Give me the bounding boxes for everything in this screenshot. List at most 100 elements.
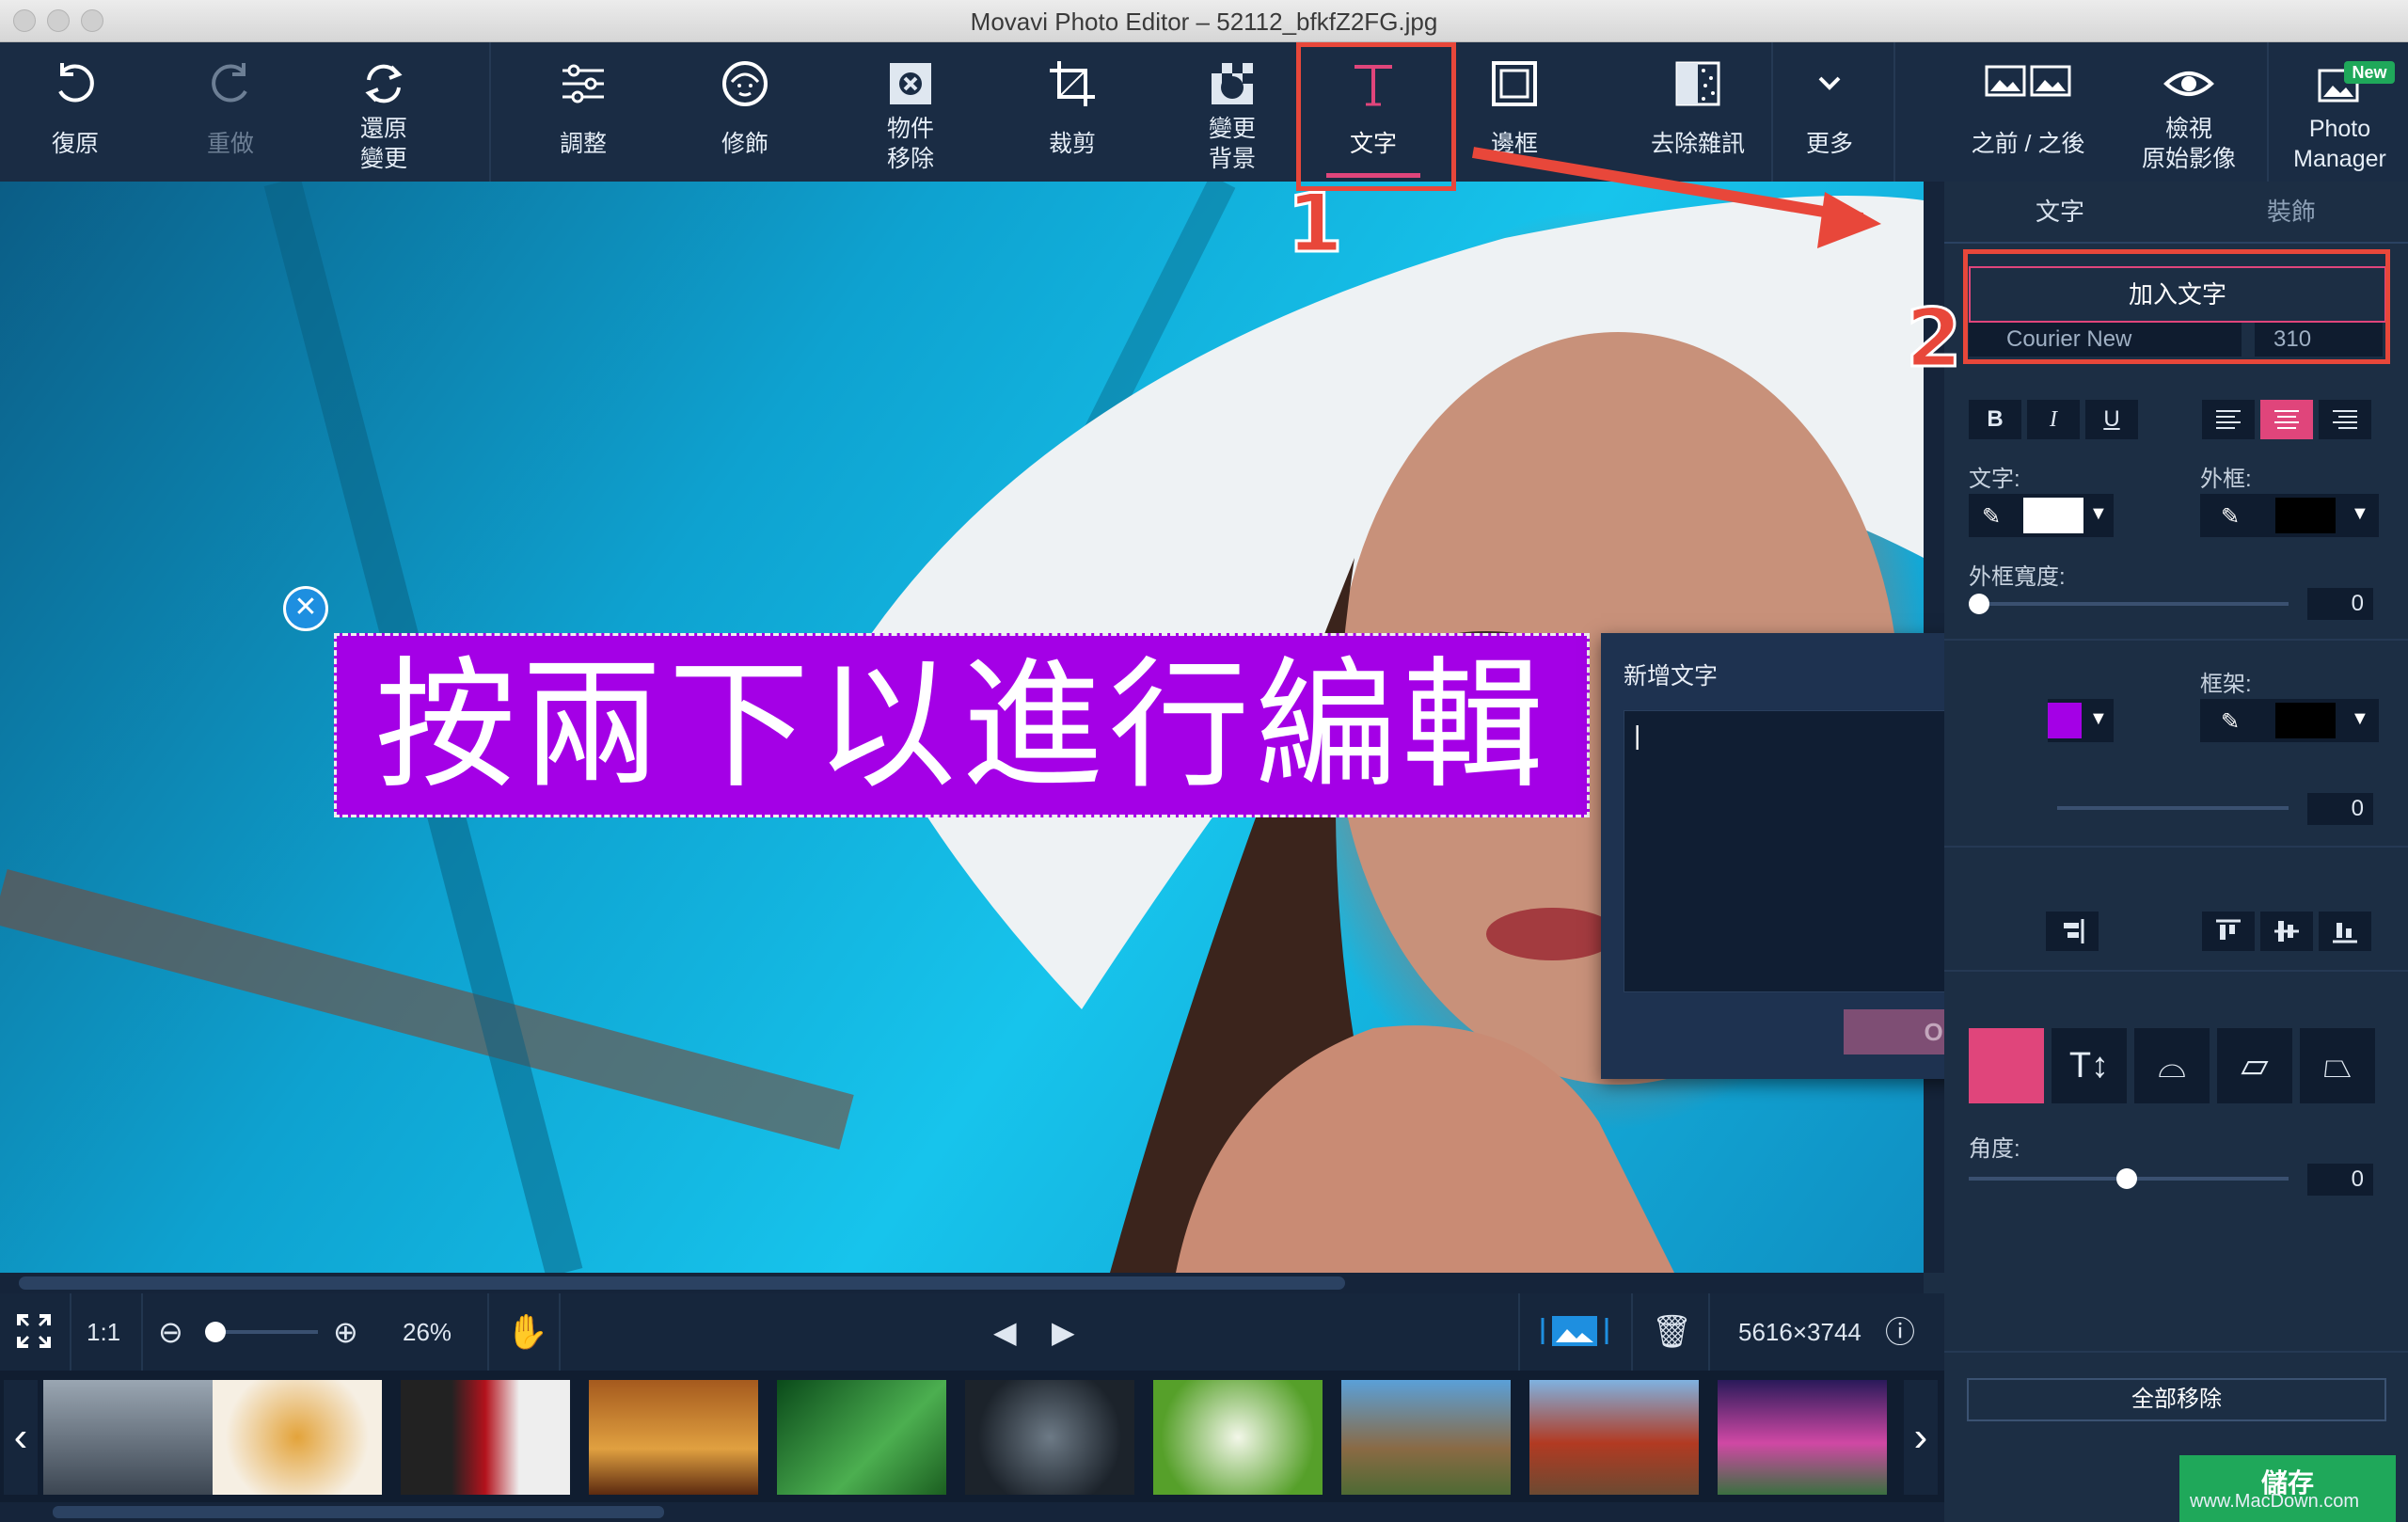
before-after-label: 之前 / 之後 — [1971, 131, 2085, 157]
thumbnail[interactable] — [1341, 1380, 1511, 1495]
thumbnail[interactable] — [965, 1380, 1134, 1495]
annotation-number-1: 1 — [1286, 176, 1345, 273]
align-center-icon — [2274, 410, 2299, 429]
eyedropper-icon[interactable]: ✎ — [1982, 503, 2001, 531]
underline-button[interactable]: U — [2085, 400, 2138, 439]
text-color-picker[interactable]: ✎ ▼ — [1969, 494, 2114, 537]
retouch-button[interactable]: 修飾 — [689, 42, 801, 182]
chevron-left-icon[interactable]: ‹ — [4, 1380, 38, 1495]
next-image-icon[interactable]: ▶ — [1052, 1293, 1075, 1371]
thumbnail[interactable] — [1718, 1380, 1887, 1495]
chevron-down-icon — [1818, 76, 1841, 90]
thumbnail[interactable] — [1153, 1380, 1323, 1495]
previous-image-icon[interactable]: ◀ — [993, 1293, 1017, 1371]
dialog-title: 新增文字 — [1624, 663, 1719, 690]
chevron-right-icon[interactable]: › — [1904, 1380, 1938, 1495]
eye-icon — [2163, 71, 2214, 96]
restore-label-2: 變更 — [359, 146, 407, 172]
zoom-knob[interactable] — [205, 1322, 226, 1342]
thumbnail[interactable] — [1529, 1380, 1699, 1495]
filmstrip: ‹ › — [0, 1371, 1944, 1522]
info-icon[interactable]: ⓘ — [1885, 1293, 1915, 1371]
filmstrip-scrollbar[interactable] — [0, 1502, 1944, 1522]
restore-changes-button[interactable]: 還原 變更 — [327, 42, 440, 182]
section-divider — [1944, 1351, 2408, 1353]
bottom-bar: 1:1 ⊖ ⊕ 26% ✋ ◀ ▶ 🗑 5616×3744 ⓘ — [0, 1293, 1944, 1371]
warp-button[interactable] — [1969, 1028, 2044, 1103]
chevron-down-icon[interactable]: ▼ — [2351, 503, 2369, 525]
text-color-swatch[interactable] — [2023, 498, 2083, 533]
chevron-down-icon[interactable]: ▼ — [2089, 503, 2108, 525]
align-right-edge-button[interactable] — [2046, 912, 2099, 951]
refresh-icon — [365, 64, 403, 103]
outline-width-knob[interactable] — [1969, 594, 1989, 614]
eyedropper-icon[interactable]: ✎ — [2221, 708, 2240, 736]
outline-color-picker[interactable]: ✎ ▼ — [2200, 494, 2379, 537]
frame-slider[interactable] — [2057, 806, 2289, 810]
trash-icon[interactable]: 🗑 — [1652, 1293, 1692, 1371]
align-right-button[interactable] — [2319, 400, 2371, 439]
fit-screen-icon[interactable] — [15, 1293, 53, 1371]
hand-icon[interactable]: ✋ — [506, 1293, 548, 1371]
photo-manager-button[interactable]: New Photo Manager — [2276, 42, 2403, 182]
chevron-down-icon[interactable]: ▼ — [2089, 708, 2108, 730]
frame-color-picker[interactable]: ✎ ▼ — [2200, 699, 2379, 742]
align-middle-button[interactable] — [2260, 912, 2313, 951]
redo-button[interactable]: 重做 — [174, 42, 287, 182]
text-overlay[interactable]: 按兩下以進行編輯 — [334, 633, 1590, 817]
thumbnail[interactable] — [589, 1380, 758, 1495]
tab-decor[interactable]: 裝飾 — [2176, 182, 2407, 242]
thumbnail[interactable] — [213, 1380, 382, 1495]
zoom-in-icon[interactable]: ⊕ — [333, 1293, 358, 1371]
change-background-button[interactable]: 變更 背景 — [1176, 42, 1289, 182]
outline-width-value[interactable]: 0 — [2307, 588, 2373, 620]
bold-button[interactable]: B — [1969, 400, 2021, 439]
skew-shape-icon[interactable]: ▱ — [2217, 1028, 2292, 1103]
fill-color-picker[interactable]: ▼ — [2048, 699, 2114, 742]
scroll-thumb[interactable] — [19, 1276, 1345, 1290]
view-original-label-1: 檢視 — [2164, 116, 2212, 142]
scroll-thumb[interactable] — [53, 1506, 664, 1518]
undo-button[interactable]: 復原 — [19, 42, 132, 182]
adjust-button[interactable]: 調整 — [527, 42, 640, 182]
thumbnail[interactable] — [777, 1380, 946, 1495]
bottom-divider — [70, 1293, 71, 1371]
eyedropper-icon[interactable]: ✎ — [2221, 503, 2240, 531]
align-left-button[interactable] — [2202, 400, 2255, 439]
remove-all-button[interactable]: 全部移除 — [1967, 1378, 2386, 1421]
bottom-divider — [1708, 1293, 1710, 1371]
horizontal-scrollbar[interactable] — [0, 1273, 1924, 1293]
arch-shape-icon[interactable]: ⌓ — [2134, 1028, 2210, 1103]
align-center-button[interactable] — [2260, 400, 2313, 439]
filmstrip-toggle-button[interactable] — [1539, 1293, 1610, 1371]
tab-text[interactable]: 文字 — [1944, 182, 2176, 242]
outline-width-slider[interactable] — [1969, 602, 2289, 606]
zoom-one-to-one-button[interactable]: 1:1 — [87, 1293, 120, 1371]
thumbnail[interactable] — [401, 1380, 570, 1495]
frame-color-swatch[interactable] — [2275, 703, 2336, 738]
object-removal-button[interactable]: 物件 移除 — [854, 42, 967, 182]
thumbnail[interactable] — [43, 1380, 213, 1495]
align-bottom-button[interactable] — [2319, 912, 2371, 951]
zoom-out-icon[interactable]: ⊖ — [158, 1293, 183, 1371]
filmstrip-icon — [1541, 1316, 1608, 1346]
view-original-button[interactable]: 檢視 原始影像 — [2128, 42, 2250, 182]
trapezoid-shape-icon[interactable]: ⏢ — [2300, 1028, 2375, 1103]
fill-color-swatch[interactable] — [2048, 703, 2082, 738]
close-icon[interactable]: ✕ — [283, 586, 328, 631]
align-bottom-icon — [2333, 923, 2357, 943]
italic-button[interactable]: I — [2027, 400, 2080, 439]
frame-value[interactable]: 0 — [2307, 793, 2373, 825]
outline-color-swatch[interactable] — [2275, 498, 2336, 533]
frame-icon — [1492, 61, 1537, 106]
before-after-button[interactable]: 之前 / 之後 — [1945, 42, 2111, 182]
chevron-down-icon[interactable]: ▼ — [2351, 708, 2369, 730]
angle-value[interactable]: 0 — [2307, 1164, 2373, 1196]
align-top-button[interactable] — [2202, 912, 2255, 951]
text-color-label: 文字: — [1969, 467, 2020, 492]
crop-button[interactable]: 裁剪 — [1016, 42, 1129, 182]
image-dimensions: 5616×3744 — [1738, 1318, 1861, 1346]
background-icon — [1212, 63, 1253, 104]
text-height-icon[interactable]: T↕ — [2052, 1028, 2127, 1103]
angle-knob[interactable] — [2116, 1168, 2137, 1189]
